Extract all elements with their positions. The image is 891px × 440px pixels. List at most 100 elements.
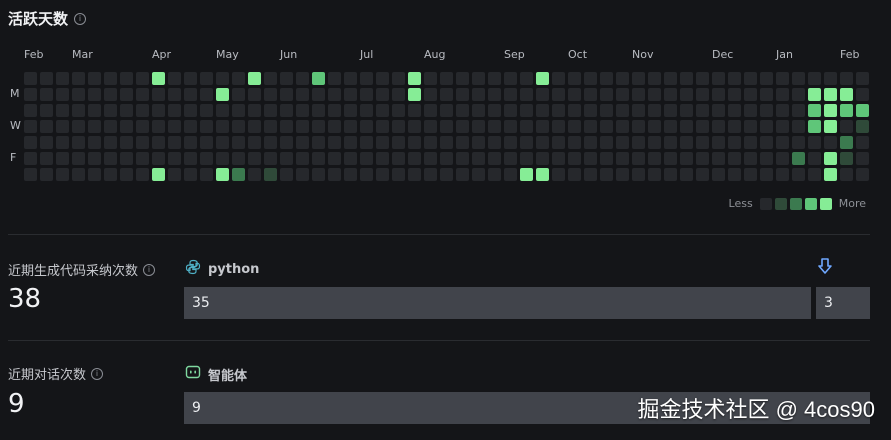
heatmap-cell[interactable] [856, 136, 869, 149]
heatmap-cell[interactable] [296, 88, 309, 101]
heatmap-cell[interactable] [200, 152, 213, 165]
heatmap-cell[interactable] [104, 120, 117, 133]
heatmap-cell[interactable] [152, 136, 165, 149]
heatmap-cell[interactable] [648, 168, 661, 181]
heatmap-cell[interactable] [216, 72, 229, 85]
heatmap-cell[interactable] [248, 136, 261, 149]
heatmap-cell[interactable] [712, 168, 725, 181]
heatmap-cell[interactable] [328, 88, 341, 101]
heatmap-cell[interactable] [632, 120, 645, 133]
heatmap-cell[interactable] [360, 104, 373, 117]
heatmap-cell[interactable] [680, 168, 693, 181]
heatmap-cell[interactable] [600, 120, 613, 133]
heatmap-cell[interactable] [216, 168, 229, 181]
heatmap-cell[interactable] [760, 152, 773, 165]
heatmap-cell[interactable] [840, 152, 853, 165]
heatmap-cell[interactable] [744, 152, 757, 165]
heatmap-cell[interactable] [792, 136, 805, 149]
heatmap-cell[interactable] [776, 88, 789, 101]
heatmap-cell[interactable] [488, 168, 501, 181]
heatmap-cell[interactable] [296, 152, 309, 165]
heatmap-cell[interactable] [728, 88, 741, 101]
heatmap-cell[interactable] [232, 72, 245, 85]
heatmap-cell[interactable] [88, 72, 101, 85]
heatmap-cell[interactable] [712, 136, 725, 149]
heatmap-cell[interactable] [360, 120, 373, 133]
heatmap-cell[interactable] [536, 136, 549, 149]
heatmap-cell[interactable] [184, 136, 197, 149]
heatmap-cell[interactable] [88, 120, 101, 133]
heatmap-cell[interactable] [472, 104, 485, 117]
heatmap-cell[interactable] [776, 136, 789, 149]
heatmap-cell[interactable] [40, 120, 53, 133]
heatmap-cell[interactable] [840, 168, 853, 181]
heatmap-cell[interactable] [280, 152, 293, 165]
heatmap-cell[interactable] [472, 72, 485, 85]
heatmap-cell[interactable] [296, 72, 309, 85]
heatmap-cell[interactable] [840, 88, 853, 101]
heatmap-cell[interactable] [520, 168, 533, 181]
heatmap-cell[interactable] [328, 120, 341, 133]
heatmap-cell[interactable] [200, 88, 213, 101]
heatmap-cell[interactable] [392, 136, 405, 149]
heatmap-cell[interactable] [456, 72, 469, 85]
heatmap-cell[interactable] [648, 120, 661, 133]
heatmap-cell[interactable] [824, 88, 837, 101]
heatmap-cell[interactable] [520, 136, 533, 149]
heatmap-cell[interactable] [680, 152, 693, 165]
heatmap-cell[interactable] [200, 120, 213, 133]
heatmap-cell[interactable] [440, 120, 453, 133]
heatmap-cell[interactable] [264, 88, 277, 101]
heatmap-cell[interactable] [424, 104, 437, 117]
heatmap-cell[interactable] [24, 168, 37, 181]
heatmap-cell[interactable] [488, 104, 501, 117]
heatmap-cell[interactable] [776, 168, 789, 181]
heatmap-cell[interactable] [696, 104, 709, 117]
heatmap-cell[interactable] [232, 104, 245, 117]
heatmap-cell[interactable] [408, 136, 421, 149]
heatmap-cell[interactable] [200, 104, 213, 117]
heatmap-cell[interactable] [24, 152, 37, 165]
heatmap-cell[interactable] [296, 104, 309, 117]
heatmap-cell[interactable] [56, 152, 69, 165]
heatmap-cell[interactable] [664, 120, 677, 133]
heatmap-cell[interactable] [24, 72, 37, 85]
heatmap-cell[interactable] [744, 136, 757, 149]
heatmap-cell[interactable] [792, 152, 805, 165]
heatmap-cell[interactable] [792, 88, 805, 101]
heatmap-cell[interactable] [200, 72, 213, 85]
heatmap-cell[interactable] [488, 72, 501, 85]
heatmap-cell[interactable] [568, 136, 581, 149]
heatmap-cell[interactable] [136, 72, 149, 85]
heatmap-cell[interactable] [808, 168, 821, 181]
heatmap-cell[interactable] [248, 104, 261, 117]
heatmap-cell[interactable] [520, 72, 533, 85]
heatmap-cell[interactable] [392, 152, 405, 165]
heatmap-cell[interactable] [696, 88, 709, 101]
heatmap-cell[interactable] [408, 72, 421, 85]
heatmap-cell[interactable] [264, 72, 277, 85]
heatmap-cell[interactable] [72, 168, 85, 181]
heatmap-cell[interactable] [328, 152, 341, 165]
heatmap-cell[interactable] [104, 88, 117, 101]
heatmap-cell[interactable] [232, 168, 245, 181]
heatmap-cell[interactable] [584, 136, 597, 149]
heatmap-cell[interactable] [152, 152, 165, 165]
heatmap-cell[interactable] [616, 120, 629, 133]
heatmap-cell[interactable] [824, 168, 837, 181]
heatmap-cell[interactable] [584, 168, 597, 181]
heatmap-cell[interactable] [696, 72, 709, 85]
heatmap-cell[interactable] [856, 104, 869, 117]
heatmap-cell[interactable] [344, 72, 357, 85]
heatmap-cell[interactable] [328, 136, 341, 149]
heatmap-cell[interactable] [88, 152, 101, 165]
heatmap-cell[interactable] [664, 152, 677, 165]
heatmap-cell[interactable] [744, 168, 757, 181]
heatmap-cell[interactable] [376, 88, 389, 101]
heatmap-cell[interactable] [792, 104, 805, 117]
heatmap-cell[interactable] [184, 152, 197, 165]
heatmap-cell[interactable] [184, 168, 197, 181]
heatmap-cell[interactable] [72, 72, 85, 85]
heatmap-cell[interactable] [616, 152, 629, 165]
heatmap-cell[interactable] [520, 88, 533, 101]
